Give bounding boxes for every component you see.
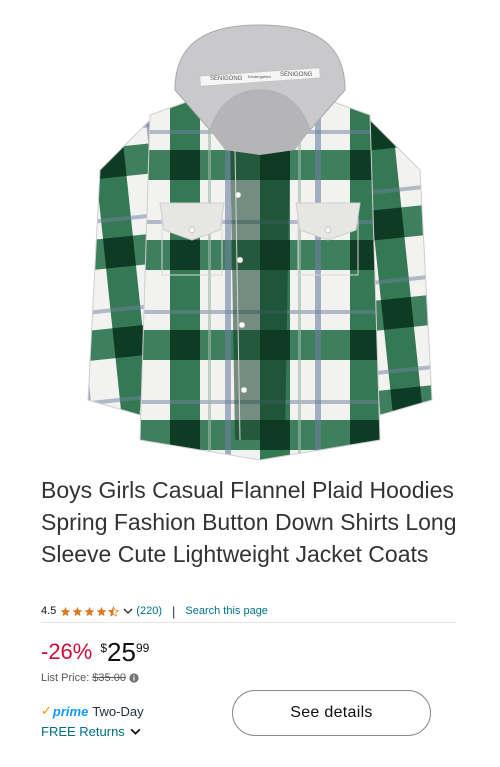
prime-label: prime [52, 703, 89, 719]
list-price-label: List Price: [41, 672, 90, 684]
product-image[interactable]: SENIGONG Kindergarten SENIGONG [80, 20, 440, 470]
review-count-link[interactable]: (220) [136, 605, 162, 617]
search-this-page-link[interactable]: Search this page [185, 605, 268, 617]
separator: | [171, 603, 176, 619]
half-star-icon [108, 605, 120, 617]
hood-tape-text-mid: Kindergarten [248, 74, 271, 79]
discount-percent: -26% [41, 639, 93, 664]
chevron-down-icon[interactable] [123, 606, 133, 616]
star-rating[interactable] [60, 605, 120, 617]
rating-row: 4.5 (220) | Search this page [41, 603, 268, 619]
hood-tape-text-left: SENIGONG [210, 76, 243, 82]
product-card: SENIGONG Kindergarten SENIGONG Boys Girl… [0, 0, 500, 767]
star-icon [60, 606, 71, 616]
hood-tape-text-right: SENIGONG [280, 72, 313, 78]
list-price-row: List Price: $35.00 [41, 672, 139, 684]
price: $ 25 99 [100, 638, 149, 666]
see-details-button[interactable]: See details [232, 690, 431, 736]
two-day-label: Two-Day [92, 703, 144, 719]
star-icon [96, 606, 107, 616]
price-fraction: 99 [135, 641, 150, 655]
prime-check-icon: ✓ [41, 703, 52, 718]
star-icon [84, 606, 95, 616]
rating-value: 4.5 [41, 605, 57, 617]
divider [41, 622, 456, 623]
list-price-value: $35.00 [92, 672, 126, 684]
star-icon [72, 606, 83, 616]
free-returns-link[interactable]: FREE Returns [41, 724, 125, 739]
info-icon[interactable] [129, 673, 139, 683]
prime-logo: ✓ prime [41, 703, 88, 719]
chevron-down-icon[interactable] [129, 725, 142, 738]
free-returns-row[interactable]: FREE Returns [41, 724, 142, 739]
product-title[interactable]: Boys Girls Casual Flannel Plaid Hoodies … [41, 474, 471, 570]
prime-delivery-row: ✓ prime Two-Day [41, 703, 144, 719]
price-whole: 25 [107, 637, 136, 667]
price-row: -26% $ 25 99 [41, 638, 149, 666]
price-currency: $ [100, 641, 108, 655]
